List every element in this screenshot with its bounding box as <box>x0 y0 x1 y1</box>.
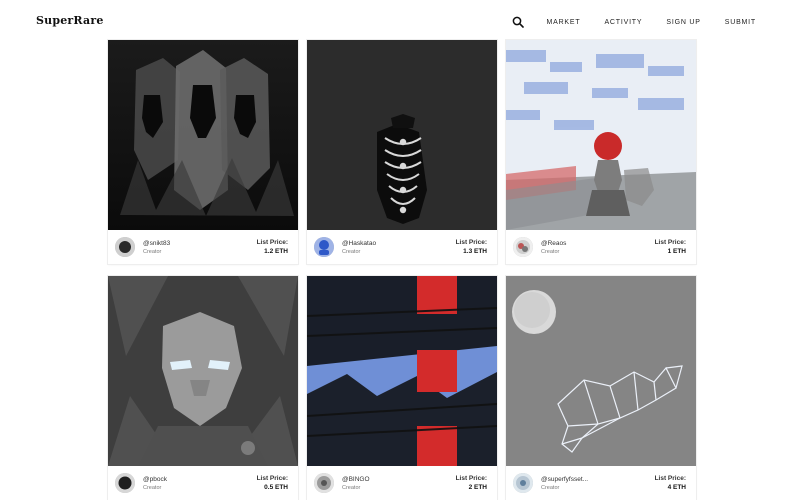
artwork-meta: @pbock Creator List Price: 0.5 ETH <box>108 466 298 500</box>
creator-info: @pbock Creator <box>143 476 167 491</box>
main-nav: MARKET ACTIVITY SIGN UP SUBMIT <box>512 16 756 28</box>
creator-handle[interactable]: @pbock <box>143 476 167 483</box>
avatar[interactable] <box>513 237 533 257</box>
list-price-label: List Price: <box>654 475 686 482</box>
list-price-value: 4 ETH <box>667 484 686 491</box>
avatar[interactable] <box>513 473 533 493</box>
artwork-image[interactable] <box>307 276 497 466</box>
list-price-label: List Price: <box>256 475 288 482</box>
creator-info: @snikt83 Creator <box>143 240 170 255</box>
list-price: List Price: 1.2 ETH <box>257 239 288 255</box>
creator-info: @BINGO Creator <box>342 476 370 491</box>
nav-market[interactable]: MARKET <box>546 19 580 26</box>
artwork-image[interactable] <box>506 40 696 230</box>
creator-info: @Reaos Creator <box>541 240 566 255</box>
list-price-label: List Price: <box>455 475 487 482</box>
creator-role: Creator <box>342 248 361 255</box>
creator-handle[interactable]: @Haskatao <box>342 240 376 247</box>
artwork-card[interactable]: @superfyfsset... Creator List Price: 4 E… <box>506 276 696 500</box>
creator-handle[interactable]: @BINGO <box>342 476 370 483</box>
artwork-meta: @Reaos Creator List Price: 1 ETH <box>506 230 696 264</box>
creator-handle[interactable]: @Reaos <box>541 240 566 247</box>
list-price-value: 0.5 ETH <box>264 484 288 491</box>
creator-info: @superfyfsset... Creator <box>541 476 588 491</box>
artwork-image[interactable] <box>506 276 696 466</box>
artwork-image[interactable] <box>108 276 298 466</box>
avatar[interactable] <box>314 237 334 257</box>
avatar[interactable] <box>115 237 135 257</box>
artwork-card[interactable]: @pbock Creator List Price: 0.5 ETH <box>108 276 298 500</box>
list-price-label: List Price: <box>256 239 288 246</box>
avatar[interactable] <box>314 473 334 493</box>
creator-role: Creator <box>541 248 560 255</box>
creator-info: @Haskatao Creator <box>342 240 376 255</box>
artwork-card[interactable]: @snikt83 Creator List Price: 1.2 ETH <box>108 40 298 264</box>
nav-submit[interactable]: SUBMIT <box>725 19 756 26</box>
artwork-image[interactable] <box>307 40 497 230</box>
artwork-meta: @BINGO Creator List Price: 2 ETH <box>307 466 497 500</box>
avatar[interactable] <box>115 473 135 493</box>
list-price-value: 2 ETH <box>468 484 487 491</box>
list-price-value: 1.2 ETH <box>264 248 288 255</box>
artwork-meta: @Haskatao Creator List Price: 1.3 ETH <box>307 230 497 264</box>
list-price: List Price: 2 ETH <box>456 475 487 491</box>
artwork-grid: @snikt83 Creator List Price: 1.2 ETH @Ha… <box>108 40 696 500</box>
creator-role: Creator <box>541 484 560 491</box>
creator-role: Creator <box>342 484 361 491</box>
creator-handle[interactable]: @snikt83 <box>143 240 170 247</box>
creator-handle[interactable]: @superfyfsset... <box>541 476 588 483</box>
artwork-meta: @snikt83 Creator List Price: 1.2 ETH <box>108 230 298 264</box>
list-price-label: List Price: <box>455 239 487 246</box>
list-price: List Price: 0.5 ETH <box>257 475 288 491</box>
search-icon[interactable] <box>512 16 525 28</box>
list-price: List Price: 4 ETH <box>655 475 686 491</box>
list-price-label: List Price: <box>654 239 686 246</box>
artwork-meta: @superfyfsset... Creator List Price: 4 E… <box>506 466 696 500</box>
artwork-card[interactable]: @Reaos Creator List Price: 1 ETH <box>506 40 696 264</box>
list-price-value: 1 ETH <box>667 248 686 255</box>
artwork-image[interactable] <box>108 40 298 230</box>
creator-role: Creator <box>143 248 162 255</box>
list-price: List Price: 1.3 ETH <box>456 239 487 255</box>
top-navigation-bar: SuperRare MARKET ACTIVITY SIGN UP SUBMIT <box>0 0 800 40</box>
creator-role: Creator <box>143 484 162 491</box>
list-price-value: 1.3 ETH <box>463 248 487 255</box>
list-price: List Price: 1 ETH <box>655 239 686 255</box>
nav-activity[interactable]: ACTIVITY <box>604 19 642 26</box>
superrare-logo[interactable]: SuperRare <box>36 14 104 27</box>
artwork-card[interactable]: @Haskatao Creator List Price: 1.3 ETH <box>307 40 497 264</box>
nav-sign-up[interactable]: SIGN UP <box>666 19 700 26</box>
artwork-card[interactable]: @BINGO Creator List Price: 2 ETH <box>307 276 497 500</box>
